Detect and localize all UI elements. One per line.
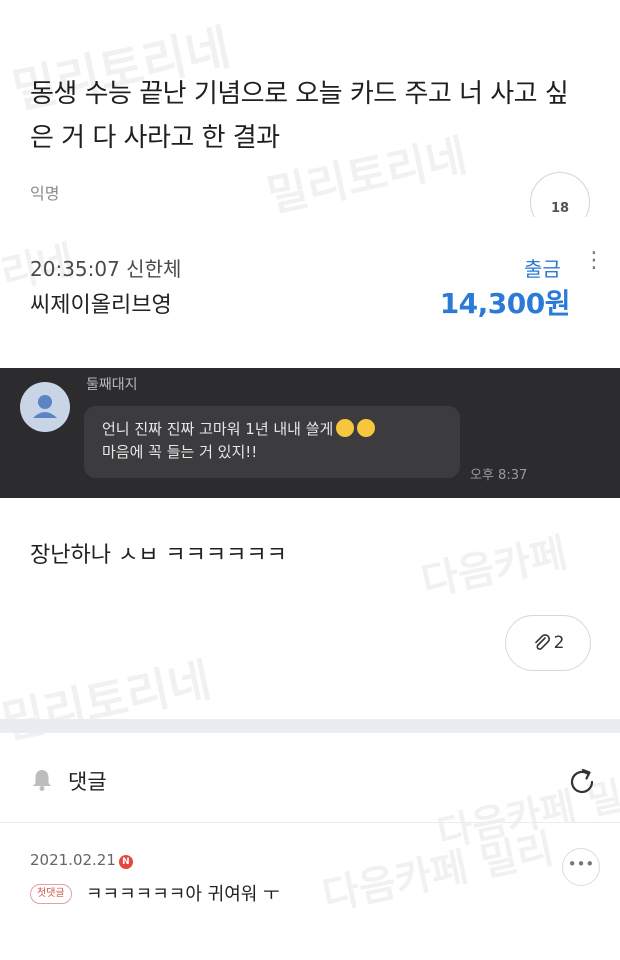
comment-date: 2021.02.21 N [30,851,133,869]
transaction-type: 출금 [524,257,561,281]
post-title: 동생 수능 끝난 기념으로 오늘 카드 주고 너 사고 싶은 거 다 사라고 한… [30,79,569,153]
comment-more-button[interactable]: ••• [562,848,600,886]
pleading-face-icon [357,419,376,437]
attachment-button[interactable]: 2 [505,615,591,671]
first-comment-badge: 첫댓글 [30,884,72,904]
chat-message-line1: 언니 진짜 진짜 고마워 1년 내내 쓸게 [102,420,334,438]
post-body-text: 장난하나 ㅅㅂ ㅋㅋㅋㅋㅋㅋ [30,543,287,568]
watermark: 다음카페 밀리 [318,826,558,920]
pleading-face-icon [336,419,355,437]
new-badge: N [118,855,133,869]
comment-header: 댓글 [0,733,620,823]
comment-label: 댓글 [68,770,107,794]
comment-text: ㅋㅋㅋㅋㅋㅋ아 귀여워 ㅜ [86,884,280,905]
post-author[interactable]: 익명 [30,180,59,204]
person-icon [33,395,57,418]
comment-date-text: 2021.02.21 [30,851,116,869]
paperclip-icon [534,634,550,650]
refresh-icon[interactable] [565,765,599,799]
avatar [20,382,70,432]
like-count: 18 [550,201,570,216]
attachment-count: 2 [553,633,565,653]
watermark: 다음카페 [417,530,572,606]
chat-time: 오후 8:37 [470,468,528,483]
bank-merchant: 씨제이올리브영 [30,293,172,318]
chat-bubble: 언니 진짜 진짜 고마워 1년 내내 쓸게 마음에 꼭 들는 거 있지!! [84,406,460,478]
screenshot-crop-edge [0,217,620,233]
chat-screenshot: 둘째대지 언니 진짜 진짜 고마워 1년 내내 쓸게 마음에 꼭 들는 거 있지… [0,368,620,498]
chat-sender: 둘째대지 [86,377,138,393]
chat-message-line2: 마음에 꼭 들는 거 있지!! [102,443,258,461]
bell-icon[interactable] [30,767,54,793]
section-divider [0,719,620,733]
bank-time: 20:35:07 신한체 [30,257,182,281]
kebab-menu-icon[interactable]: ⋮ [583,250,605,272]
transaction-amount: 14,300원 [439,287,571,320]
